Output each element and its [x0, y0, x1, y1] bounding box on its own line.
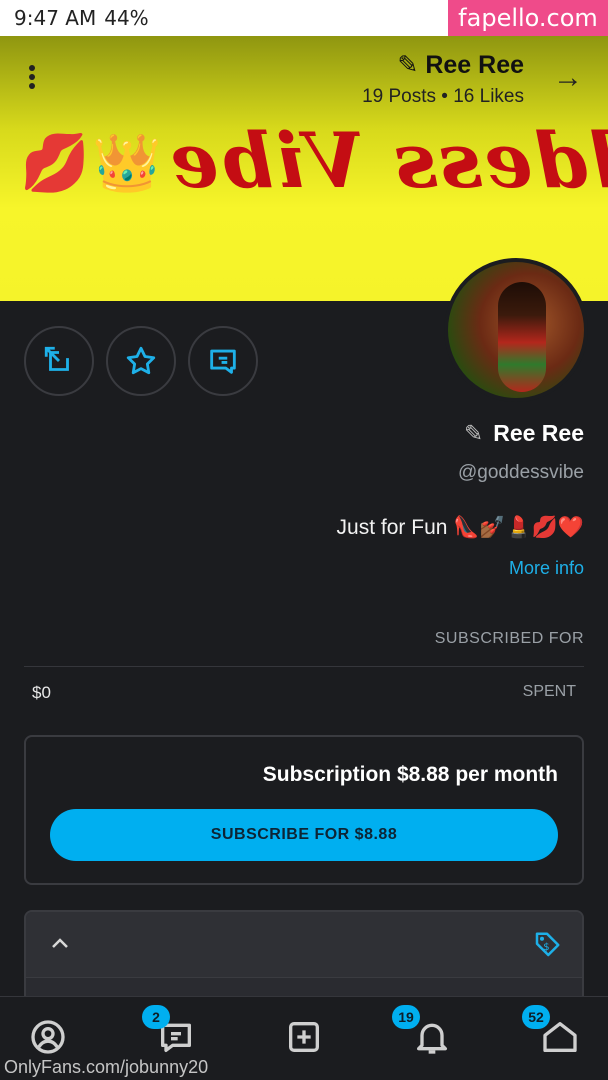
- add-post-icon: [289, 1022, 319, 1052]
- arrow-right-icon: →: [553, 61, 583, 94]
- kebab-icon: [29, 65, 35, 71]
- divider: [24, 666, 584, 667]
- profile-name: Ree Ree: [493, 420, 584, 446]
- messages-badge: 2: [142, 1005, 170, 1029]
- subscription-title: Subscription $8.88 per month: [262, 763, 558, 786]
- banner-artwork: Goddess Vibe: [168, 116, 608, 205]
- header-name-row: ✎ Ree Ree: [397, 50, 524, 80]
- status-bar: 9:47 AM 44% fapello.com: [0, 0, 608, 36]
- message-icon: [210, 349, 236, 374]
- url-watermark: OnlyFans.com/jobunny20: [4, 1057, 209, 1077]
- lips-emoji: 💋: [20, 131, 90, 194]
- status-left: 9:47 AM 44%: [14, 6, 149, 30]
- profile-name-row: ✎ Ree Ree: [464, 420, 584, 447]
- more-options-button[interactable]: [18, 62, 46, 98]
- header-name: Ree Ree: [425, 51, 524, 79]
- status-battery: 44%: [104, 6, 149, 30]
- status-time: 9:47 AM: [14, 6, 97, 30]
- subscribed-for-label: SUBSCRIBED FOR: [434, 630, 584, 647]
- pencil-icon: ✎: [463, 420, 484, 446]
- nav-profile[interactable]: [28, 1017, 68, 1057]
- profile-handle: @goddessvibe: [458, 462, 584, 483]
- notifications-badge: 19: [392, 1005, 420, 1029]
- message-button[interactable]: [188, 326, 258, 396]
- share-icon: [44, 346, 69, 371]
- more-info-link[interactable]: More info: [509, 558, 584, 579]
- home-badge: 52: [522, 1005, 550, 1029]
- star-icon: [126, 346, 156, 375]
- promotions-header[interactable]: $: [26, 912, 582, 978]
- profile-bio: Just for Fun 👠💅🏾💄💋❤️: [336, 516, 584, 539]
- profile-icon: [31, 1020, 65, 1054]
- spent-label: SPENT: [522, 683, 576, 700]
- pencil-icon: ✎: [397, 51, 419, 79]
- nav-home[interactable]: 52: [522, 1005, 580, 1057]
- share-button[interactable]: [24, 326, 94, 396]
- nav-notifications[interactable]: 19: [392, 1005, 452, 1057]
- nav-add-post[interactable]: [284, 1017, 324, 1057]
- back-button[interactable]: →: [550, 60, 586, 96]
- bottom-nav: 52 19 2 OnlyFans.com/jobunny20: [0, 996, 608, 1080]
- avatar[interactable]: [444, 258, 588, 402]
- nav-messages[interactable]: 2: [142, 1005, 196, 1057]
- spent-value: $0: [32, 683, 51, 702]
- watermark-tag: fapello.com: [448, 0, 608, 36]
- subscribe-button[interactable]: SUBSCRIBE FOR $8.88: [50, 809, 558, 861]
- svg-text:$: $: [543, 942, 549, 953]
- chevron-up-icon[interactable]: [48, 932, 72, 956]
- subscription-card: Subscription $8.88 per month SUBSCRIBE F…: [24, 735, 584, 885]
- favorite-button[interactable]: [106, 326, 176, 396]
- crown-emoji: 👑: [92, 131, 162, 194]
- tag-icon: $: [535, 932, 560, 957]
- header-stats: 19 Posts • 16 Likes: [362, 86, 524, 107]
